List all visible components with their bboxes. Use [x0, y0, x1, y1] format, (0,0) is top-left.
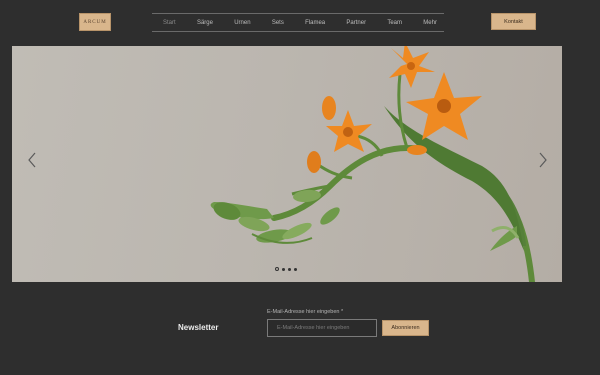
subscribe-button[interactable]: Abonnieren — [382, 320, 429, 336]
slider-dot-4[interactable] — [294, 267, 297, 271]
slider-dot-3[interactable] — [288, 267, 291, 271]
slider-pagination — [275, 267, 297, 271]
main-nav: Start Särge Urnen Sets Flamea Partner Te… — [152, 13, 444, 32]
chevron-right-icon — [539, 152, 547, 168]
nav-item-team[interactable]: Team — [387, 20, 402, 26]
chevron-left-icon — [28, 152, 36, 168]
slider-prev-button[interactable] — [24, 150, 40, 170]
nav-item-urnen[interactable]: Urnen — [234, 20, 250, 26]
contact-button[interactable]: Kontakt — [491, 13, 536, 30]
hero-slider — [12, 46, 562, 282]
nav-item-partner[interactable]: Partner — [346, 20, 366, 26]
nav-item-start[interactable]: Start — [163, 20, 176, 26]
nav-item-mehr[interactable]: Mehr — [423, 20, 437, 26]
slider-dot-1[interactable] — [275, 267, 279, 271]
nav-item-saerge[interactable]: Särge — [197, 20, 213, 26]
slider-next-button[interactable] — [535, 150, 551, 170]
nav-item-sets[interactable]: Sets — [272, 20, 284, 26]
newsletter-title: Newsletter — [178, 323, 219, 332]
logo[interactable]: ARCUM — [79, 13, 111, 31]
email-field[interactable] — [267, 319, 377, 337]
site-header: ARCUM Start Särge Urnen Sets Flamea Part… — [0, 0, 600, 44]
logo-text: ARCUM — [83, 19, 107, 25]
nav-item-flamea[interactable]: Flamea — [305, 20, 325, 26]
slider-dot-2[interactable] — [282, 267, 285, 271]
email-label: E-Mail-Adresse hier eingeben * — [267, 309, 344, 315]
flower-image — [210, 46, 535, 282]
